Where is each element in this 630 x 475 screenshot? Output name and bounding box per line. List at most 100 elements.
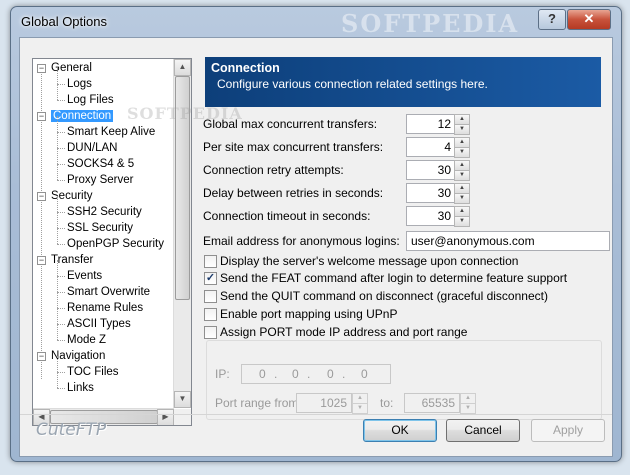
- tree-item-label: Logs: [67, 78, 92, 90]
- tree-connector-line: [57, 148, 65, 149]
- scroll-down-arrow-icon[interactable]: ▼: [174, 391, 191, 408]
- window-title: Global Options: [21, 14, 107, 29]
- ok-button[interactable]: OK: [363, 419, 437, 442]
- spin-down-arrow-icon[interactable]: ▼: [454, 147, 470, 158]
- spin-down-arrow-icon[interactable]: ▼: [454, 124, 470, 135]
- spin-down-arrow-icon[interactable]: ▼: [454, 170, 470, 181]
- spin-down-arrow-icon[interactable]: ▼: [454, 193, 470, 204]
- tree-item-label: Rename Rules: [67, 302, 144, 314]
- port-range-to-spinner[interactable]: 65535 ▲ ▼: [404, 393, 476, 414]
- tree-item[interactable]: OpenPGP Security: [67, 236, 164, 252]
- tree-item[interactable]: TOC Files: [67, 364, 119, 380]
- ip-dot: .: [342, 367, 346, 381]
- cuteftp-brand: CuteFTP: [36, 420, 107, 440]
- tree-item-label: ASCII Types: [67, 318, 131, 330]
- per-site-spinner: ▲ ▼: [406, 137, 470, 158]
- collapse-icon[interactable]: −: [37, 112, 46, 121]
- tree-connector-line: [57, 84, 58, 100]
- checkbox-box[interactable]: [204, 326, 217, 339]
- close-button[interactable]: ✕: [567, 9, 611, 30]
- tree-item-label: Navigation: [51, 350, 106, 362]
- tree-connector-line: [57, 356, 58, 372]
- panel-subtitle: Configure various connection related set…: [217, 77, 488, 91]
- email-input[interactable]: [406, 231, 610, 251]
- tree-item-label: SSH2 Security: [67, 206, 142, 218]
- ip-dot: .: [274, 367, 278, 381]
- spin-down-arrow-icon[interactable]: ▼: [352, 403, 368, 414]
- checkbox-box[interactable]: [204, 308, 217, 321]
- ip-address-field[interactable]: 0 . 0 . 0 . 0: [241, 364, 391, 384]
- collapse-icon[interactable]: −: [37, 352, 46, 361]
- tree-item[interactable]: Navigation: [51, 348, 105, 364]
- scrollbar-corner: [174, 409, 191, 425]
- max-transfers-spinner: ▲ ▼: [406, 114, 470, 135]
- tree-connector-line: [57, 68, 58, 84]
- checkbox-label: Enable port mapping using UPnP: [220, 307, 398, 321]
- collapse-icon[interactable]: −: [37, 256, 46, 265]
- tree-item[interactable]: Connection: [51, 108, 114, 124]
- apply-button[interactable]: Apply: [531, 419, 605, 442]
- tree-item[interactable]: Logs: [67, 76, 92, 92]
- tree-item-label: Mode Z: [67, 334, 106, 346]
- port-range-from-label: Port range from:: [215, 396, 302, 410]
- tree-item-label: Smart Overwrite: [67, 286, 151, 298]
- port-range-to-value: 65535: [404, 393, 460, 413]
- checkbox-label: Send the QUIT command on disconnect (gra…: [220, 289, 548, 303]
- port-range-from-spinner[interactable]: 1025 ▲ ▼: [296, 393, 368, 414]
- spin-down-arrow-icon[interactable]: ▼: [454, 216, 470, 227]
- ip-octet: 0: [361, 367, 368, 381]
- tree-item[interactable]: Mode Z: [67, 332, 106, 348]
- retry-delay-input[interactable]: [406, 183, 456, 203]
- checkbox-box[interactable]: [204, 290, 217, 303]
- per-site-input[interactable]: [406, 137, 456, 157]
- collapse-icon[interactable]: −: [37, 192, 46, 201]
- checkbox-label: Assign PORT mode IP address and port ran…: [220, 325, 468, 339]
- tree-connector-line: [57, 372, 65, 373]
- tree-item[interactable]: Links: [67, 380, 94, 396]
- tree-item[interactable]: ASCII Types: [67, 316, 131, 332]
- tree-item[interactable]: Smart Overwrite: [67, 284, 150, 300]
- help-button[interactable]: ?: [538, 9, 566, 30]
- cancel-button[interactable]: Cancel: [446, 419, 520, 442]
- tree-item-label: SOCKS4 & 5: [67, 158, 135, 170]
- tree-item[interactable]: SOCKS4 & 5: [67, 156, 134, 172]
- tree-item[interactable]: Log Files: [67, 92, 114, 108]
- collapse-icon[interactable]: −: [37, 64, 46, 73]
- tree-item[interactable]: Rename Rules: [67, 300, 143, 316]
- tree-connector-line: [57, 228, 65, 229]
- tree-item-label: TOC Files: [67, 366, 119, 378]
- footer-separator: [20, 414, 612, 415]
- tree-connector-line: [57, 292, 65, 293]
- tree-item[interactable]: Events: [67, 268, 102, 284]
- retry-attempts-label: Connection retry attempts:: [203, 163, 344, 177]
- tree-item[interactable]: Proxy Server: [67, 172, 133, 188]
- tree-connector-line: [57, 324, 58, 340]
- spin-down-arrow-icon[interactable]: ▼: [460, 403, 476, 414]
- panel-header: Connection Configure various connection …: [205, 57, 601, 107]
- tree-item[interactable]: SSL Security: [67, 220, 133, 236]
- max-transfers-input[interactable]: [406, 114, 456, 134]
- tree-connector-line: [57, 308, 65, 309]
- tree-item-label: Smart Keep Alive: [67, 126, 156, 138]
- tree-item[interactable]: DUN/LAN: [67, 140, 117, 156]
- tree-connector-line: [57, 388, 65, 389]
- tree-connector-line: [57, 196, 58, 212]
- global-options-window: Global Options SOFTPEDIA ? ✕ General − Log…: [10, 6, 622, 462]
- title-bar[interactable]: Global Options SOFTPEDIA ? ✕: [11, 7, 621, 38]
- tree-connector-line: [57, 212, 58, 228]
- ip-octet: 0: [327, 367, 334, 381]
- tree-connector-line: [57, 180, 65, 181]
- retry-attempts-input[interactable]: [406, 160, 456, 180]
- tree-connector-line: [57, 244, 65, 245]
- tree-item[interactable]: Smart Keep Alive: [67, 124, 155, 140]
- timeout-input[interactable]: [406, 206, 456, 226]
- checkbox-label: Send the FEAT command after login to det…: [220, 271, 568, 285]
- checkbox-box[interactable]: [204, 255, 217, 268]
- tree-item[interactable]: SSH2 Security: [67, 204, 142, 220]
- tree-connector-line: [57, 324, 65, 325]
- scroll-up-arrow-icon[interactable]: ▲: [174, 59, 191, 76]
- retry-delay-spinner: ▲ ▼: [406, 183, 470, 204]
- checkmark-icon[interactable]: ✓: [204, 272, 217, 285]
- scroll-right-arrow-icon[interactable]: ▶: [157, 409, 174, 425]
- tree-connector-line: [57, 164, 58, 180]
